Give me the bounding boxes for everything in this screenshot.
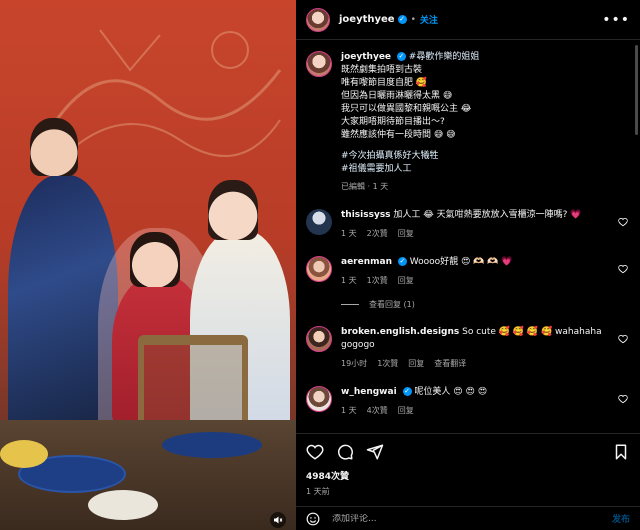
emoji-icon[interactable]: [306, 512, 320, 526]
comment-text: Woooo好靚 😍 🫶🏻 🫶🏻 💗: [409, 257, 513, 267]
comment-username[interactable]: w_hengwai: [341, 387, 397, 397]
comment-username[interactable]: aerenman: [341, 257, 392, 267]
post-date: 1 天前: [306, 487, 330, 496]
comment-meta: 1 天 4次贊 回复: [341, 404, 487, 417]
scrollbar[interactable]: [635, 45, 638, 135]
avatar[interactable]: [306, 209, 332, 235]
verified-badge-icon: ✓: [397, 15, 407, 24]
caption-line: 既然劇集拍唔到古裝: [341, 65, 423, 75]
separator-dot: •: [410, 14, 416, 25]
comment-time: 19小时: [341, 359, 368, 368]
yellow-plate: [0, 440, 48, 468]
comments-panel: joeythyee ✓ • 关注 ••• joeythyee ✓ #尋歡作樂的姐…: [296, 0, 640, 530]
comment-text: 呢位美人 😍 😍 😍: [414, 387, 488, 397]
comment-likes[interactable]: 4次贊: [367, 404, 388, 417]
action-icons: [306, 442, 630, 462]
reply-button[interactable]: 回复: [398, 274, 414, 287]
person-right-head: [208, 180, 258, 240]
reply-button[interactable]: 回复: [398, 227, 414, 240]
post-comment-button[interactable]: 发布: [612, 512, 630, 525]
comments-scroll-area[interactable]: joeythyee ✓ #尋歡作樂的姐姐 既然劇集拍唔到古裝 唯有嚟節目度自肥 …: [296, 41, 640, 433]
more-icon[interactable]: •••: [602, 12, 630, 28]
post-caption: joeythyee ✓ #尋歡作樂的姐姐 既然劇集拍唔到古裝 唯有嚟節目度自肥 …: [306, 51, 630, 193]
comment-meta: 1 天 2次贊 回复: [341, 227, 582, 240]
header-username[interactable]: joeythyee: [339, 14, 395, 25]
comment-body: broken.english.designs So cute 🥰 🥰 🥰 🥰 w…: [341, 326, 630, 370]
add-comment-bar: 发布: [296, 506, 640, 530]
verified-badge-icon: ✓: [397, 257, 407, 266]
comment-meta: 19小时 1次贊 回复 查看翻译: [341, 357, 610, 370]
follow-button[interactable]: 关注: [420, 13, 438, 26]
caption-meta: 已編輯 · 1 天: [341, 182, 389, 191]
avatar[interactable]: [306, 256, 332, 282]
sound-off-icon[interactable]: [270, 512, 286, 528]
avatar[interactable]: [306, 51, 332, 77]
comment-like-icon[interactable]: [618, 264, 628, 274]
caption-hashtag[interactable]: #尋歡作樂的姐姐: [409, 52, 480, 62]
caption-username[interactable]: joeythyee: [341, 52, 391, 62]
reply-button[interactable]: 回复: [398, 404, 414, 417]
view-replies-button[interactable]: 查看回复 (1): [341, 299, 630, 310]
share-icon[interactable]: [366, 443, 384, 461]
person-left-head: [30, 118, 78, 176]
add-comment-input[interactable]: [332, 513, 612, 524]
person-center-head: [130, 232, 180, 287]
comment-time: 1 天: [341, 406, 357, 415]
comment-body: w_hengwai ✓ 呢位美人 😍 😍 😍 1 天 4次贊 回复: [341, 386, 507, 417]
like-heart-icon[interactable]: [306, 443, 324, 461]
caption-line: 大家期唔期待節目播出～?: [341, 117, 445, 127]
comment-like-icon[interactable]: [618, 217, 628, 227]
reply-button[interactable]: 回复: [408, 357, 424, 370]
verified-badge-icon: ✓: [396, 52, 406, 61]
view-replies-label: 查看回复 (1): [369, 300, 415, 309]
comment-meta: 1 天 1次贊 回复: [341, 274, 513, 287]
comment-likes[interactable]: 2次贊: [367, 227, 388, 240]
comment-username[interactable]: broken.english.designs: [341, 327, 459, 337]
bookmark-icon[interactable]: [612, 443, 630, 461]
blue-plate: [162, 432, 262, 458]
comment-time: 1 天: [341, 229, 357, 238]
caption-line: 我只可以做異國黎和親嘅公主 😂: [341, 104, 472, 114]
comment-likes[interactable]: 1次贊: [367, 274, 388, 287]
white-plate: [88, 490, 158, 520]
caption-line: 雖然應該仲有一段時間 😅 😅: [341, 130, 456, 140]
verified-badge-icon: ✓: [402, 387, 412, 396]
avatar[interactable]: [306, 326, 332, 352]
avatar[interactable]: [306, 386, 332, 412]
post-actions: 4984次贊 1 天前 发布: [296, 433, 640, 530]
comment-text: 加人工 😂 天氣咁熱要放放入雪櫃涼一陣嗎? 💗: [393, 210, 582, 220]
comment-like-icon[interactable]: [618, 334, 628, 344]
hashtag-link[interactable]: #今次拍攝真係好大犧牲: [341, 150, 479, 163]
caption-body: joeythyee ✓ #尋歡作樂的姐姐 既然劇集拍唔到古裝 唯有嚟節目度自肥 …: [341, 51, 479, 193]
likes-count[interactable]: 4984次贊: [306, 469, 630, 482]
comment-item: broken.english.designs So cute 🥰 🥰 🥰 🥰 w…: [306, 326, 630, 370]
comment-username[interactable]: thisissyss: [341, 210, 391, 220]
comment-body: thisissyss 加人工 😂 天氣咁熱要放放入雪櫃涼一陣嗎? 💗 1 天 2…: [341, 209, 602, 240]
comment-item: w_hengwai ✓ 呢位美人 😍 😍 😍 1 天 4次贊 回复: [306, 386, 630, 417]
avatar[interactable]: [306, 7, 330, 32]
comment-item: aerenman ✓ Woooo好靚 😍 🫶🏻 🫶🏻 💗 1 天 1次贊 回复: [306, 256, 630, 287]
caption-hashtags: #今次拍攝真係好大犧牲 #祖儀需要加人工: [341, 150, 479, 176]
comment-likes[interactable]: 1次贊: [377, 357, 398, 370]
hashtag-link[interactable]: #祖儀需要加人工: [341, 163, 479, 176]
post-header: joeythyee ✓ • 关注 •••: [296, 0, 640, 40]
post-photo[interactable]: [0, 0, 296, 530]
comment-body: aerenman ✓ Woooo好靚 😍 🫶🏻 🫶🏻 💗 1 天 1次贊 回复: [341, 256, 533, 287]
caption-line: 但因為日曬雨淋曬得太黑 😅: [341, 91, 453, 101]
comment-like-icon[interactable]: [618, 394, 628, 404]
instagram-post-view: joeythyee ✓ • 关注 ••• joeythyee ✓ #尋歡作樂的姐…: [0, 0, 640, 530]
comment-icon[interactable]: [336, 443, 354, 461]
translate-button[interactable]: 查看翻译: [434, 357, 466, 370]
caption-line: 唯有嚟節目度自肥 🥰: [341, 78, 428, 88]
replies-divider: [341, 304, 359, 305]
comment-time: 1 天: [341, 276, 357, 285]
comment-item: thisissyss 加人工 😂 天氣咁熱要放放入雪櫃涼一陣嗎? 💗 1 天 2…: [306, 209, 630, 240]
